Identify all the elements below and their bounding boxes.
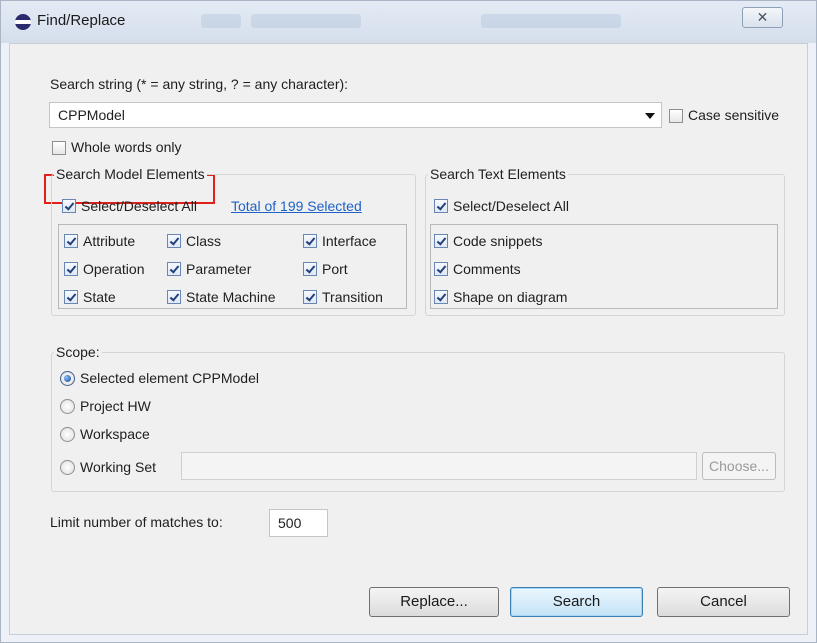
attribute-label: Attribute — [83, 233, 136, 249]
dialog-content: Search string (* = any string, ? = any c… — [9, 43, 808, 635]
scope-working-set-radio[interactable] — [60, 460, 75, 475]
state-machine-label: State Machine — [186, 289, 276, 305]
choose-button[interactable]: Choose... — [702, 452, 776, 480]
window-title: Find/Replace — [37, 12, 126, 29]
scope-working-set-label: Working Set — [80, 459, 156, 475]
dropdown-arrow-icon[interactable] — [645, 113, 655, 119]
cancel-button[interactable]: Cancel — [657, 587, 790, 617]
search-text-elements-title: Search Text Elements — [428, 166, 568, 182]
search-model-elements-title: Search Model Elements — [54, 166, 207, 182]
scope-project-radio[interactable] — [60, 399, 75, 414]
transition-label: Transition — [322, 289, 383, 305]
parameter-label: Parameter — [186, 261, 252, 277]
background-toolbar-ghost — [481, 14, 621, 28]
case-sensitive-checkbox[interactable] — [669, 109, 683, 123]
limit-value: 500 — [278, 515, 302, 531]
code-snippets-checkbox[interactable] — [434, 234, 448, 248]
whole-words-checkbox[interactable] — [52, 141, 66, 155]
scope-project-label: Project HW — [80, 398, 151, 414]
find-replace-dialog: Find/Replace ✕ Search string (* = any st… — [0, 0, 817, 643]
operation-label: Operation — [83, 261, 145, 277]
class-checkbox[interactable] — [167, 234, 181, 248]
shape-on-diagram-label: Shape on diagram — [453, 289, 568, 305]
background-toolbar-ghost — [251, 14, 361, 28]
scope-selected-element-label: Selected element CPPModel — [80, 370, 259, 386]
close-button[interactable]: ✕ — [742, 7, 783, 28]
port-label: Port — [322, 261, 348, 277]
eclipse-app-icon — [15, 14, 31, 30]
search-string-label: Search string (* = any string, ? = any c… — [50, 76, 349, 92]
attribute-checkbox[interactable] — [64, 234, 78, 248]
limit-label: Limit number of matches to: — [50, 514, 223, 530]
transition-checkbox[interactable] — [303, 290, 317, 304]
text-select-all-label: Select/Deselect All — [453, 198, 569, 214]
scope-workspace-label: Workspace — [80, 426, 150, 442]
state-machine-checkbox[interactable] — [167, 290, 181, 304]
title-bar[interactable]: Find/Replace ✕ — [1, 1, 816, 43]
replace-button[interactable]: Replace... — [369, 587, 499, 617]
operation-checkbox[interactable] — [64, 262, 78, 276]
total-selected-link[interactable]: Total of 199 Selected — [231, 198, 362, 214]
port-checkbox[interactable] — [303, 262, 317, 276]
class-label: Class — [186, 233, 222, 249]
model-select-all-checkbox[interactable] — [62, 199, 76, 213]
scope-selected-element-radio[interactable] — [60, 371, 75, 386]
text-select-all-checkbox[interactable] — [434, 199, 448, 213]
limit-input[interactable]: 500 — [269, 509, 328, 537]
scope-workspace-radio[interactable] — [60, 427, 75, 442]
model-select-all-label: Select/Deselect All — [81, 198, 197, 214]
comments-checkbox[interactable] — [434, 262, 448, 276]
case-sensitive-label: Case sensitive — [688, 107, 780, 123]
shape-on-diagram-checkbox[interactable] — [434, 290, 448, 304]
search-button[interactable]: Search — [510, 587, 643, 617]
search-string-combo[interactable]: CPPModel — [49, 102, 662, 128]
scope-title: Scope: — [54, 344, 102, 360]
state-label: State — [83, 289, 116, 305]
interface-checkbox[interactable] — [303, 234, 317, 248]
state-checkbox[interactable] — [64, 290, 78, 304]
background-toolbar-ghost — [201, 14, 241, 28]
close-icon: ✕ — [756, 9, 769, 25]
working-set-field[interactable] — [181, 452, 697, 480]
whole-words-label: Whole words only — [71, 139, 182, 155]
search-string-value: CPPModel — [58, 107, 125, 123]
parameter-checkbox[interactable] — [167, 262, 181, 276]
code-snippets-label: Code snippets — [453, 233, 543, 249]
comments-label: Comments — [453, 261, 521, 277]
interface-label: Interface — [322, 233, 377, 249]
